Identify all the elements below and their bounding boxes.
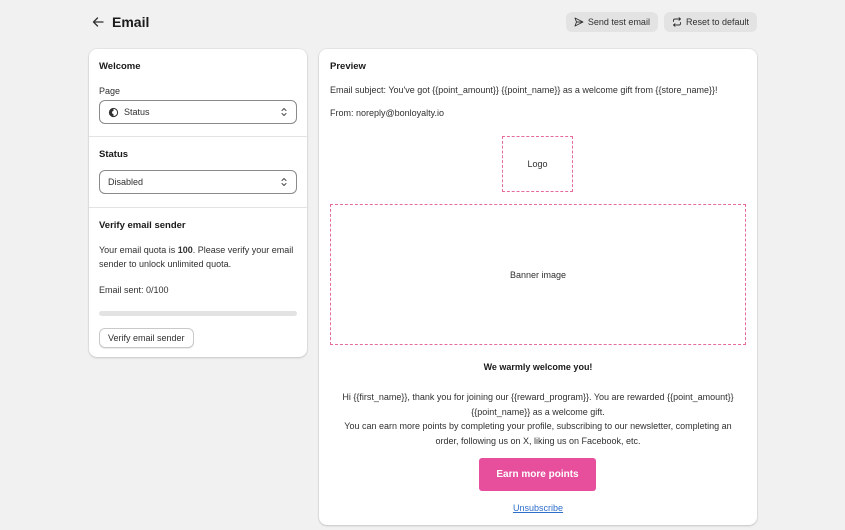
- header-left: Email: [90, 14, 149, 30]
- reset-to-default-label: Reset to default: [685, 17, 749, 27]
- quota-prefix: Your email quota is: [99, 245, 178, 255]
- quota-value: 100: [177, 245, 193, 255]
- email-sent-progress: [99, 311, 297, 316]
- banner-placeholder: Banner image: [330, 204, 746, 345]
- send-test-email-label: Send test email: [587, 17, 650, 27]
- status-circle-icon: [108, 107, 119, 117]
- page-title: Email: [112, 14, 150, 30]
- logo-placeholder: Logo: [502, 136, 573, 192]
- preview-content: Preview Email subject: You've got {{poin…: [319, 49, 757, 130]
- refresh-icon: [673, 17, 681, 27]
- unsubscribe-link[interactable]: Unsubscribe: [513, 503, 563, 513]
- verify-title: Verify email sender: [99, 220, 186, 231]
- quota-text: Your email quota is 100. Please verify y…: [99, 243, 297, 271]
- status-title: Status: [99, 149, 129, 160]
- welcome-heading: We warmly welcome you!: [483, 362, 593, 372]
- welcome-title: Welcome: [99, 61, 141, 72]
- email-from: From: noreply@bonloyalty.io: [330, 108, 445, 118]
- verify-section: Verify email sender Your email quota is …: [89, 208, 307, 358]
- status-select[interactable]: Disabled: [99, 170, 297, 194]
- welcome-section: Welcome Page Status: [89, 49, 307, 137]
- verify-email-sender-button[interactable]: Verify email sender: [99, 328, 194, 348]
- page-select-value: Status: [124, 107, 150, 117]
- back-button[interactable]: [90, 14, 106, 30]
- page-label: Page: [99, 86, 121, 96]
- email-body: Hi {{first_name}}, thank you for joining…: [334, 390, 742, 448]
- header-actions: Send test email Reset to default: [565, 12, 757, 32]
- email-body-line-2: You can earn more points by completing y…: [344, 421, 732, 446]
- status-section: Status Disabled: [89, 137, 307, 208]
- email-body-line-1: Hi {{first_name}}, thank you for joining…: [342, 392, 734, 417]
- reset-to-default-button[interactable]: Reset to default: [663, 12, 757, 32]
- arrow-left-icon: [92, 17, 104, 27]
- email-subject: Email subject: You've got {{point_amount…: [330, 85, 718, 95]
- page-header: Email Send test email Reset to default: [90, 10, 757, 34]
- select-chevron-icon: [281, 178, 287, 186]
- earn-more-points-button[interactable]: Earn more points: [479, 458, 596, 491]
- unsubscribe-row: Unsubscribe: [319, 503, 757, 513]
- send-test-email-button[interactable]: Send test email: [565, 12, 658, 32]
- settings-card: Welcome Page Status Status Disabled Veri…: [89, 49, 307, 357]
- page-select[interactable]: Status: [99, 100, 297, 124]
- send-icon: [574, 17, 584, 27]
- preview-title: Preview: [330, 61, 366, 72]
- select-chevron-icon: [281, 108, 287, 116]
- email-sent-text: Email sent: 0/100: [99, 285, 169, 295]
- status-select-value: Disabled: [108, 177, 144, 187]
- preview-card: Preview Email subject: You've got {{poin…: [319, 49, 757, 525]
